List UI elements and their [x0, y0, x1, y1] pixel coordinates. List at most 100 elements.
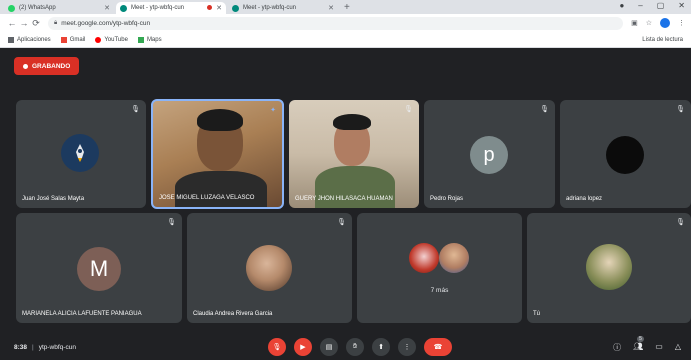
participant-name: GUERY JHON HILASACA HUAMAN	[295, 196, 393, 202]
people-icon: 👥︎	[633, 342, 644, 351]
participant-name: Pedro Rojas	[430, 196, 464, 202]
participant-video-hair	[197, 109, 243, 131]
meeting-code: ytp-wbfq-cun	[38, 343, 76, 351]
bookmarks-bar: Aplicaciones Gmail YouTube Maps Lista de…	[0, 32, 691, 48]
forward-icon[interactable]: →	[18, 18, 30, 28]
youtube-icon	[95, 36, 102, 43]
tab-meet-active[interactable]: Meet - ytp-wbfq-cun ✕	[116, 2, 226, 14]
bookmark-label: YouTube	[104, 36, 128, 43]
participant-tile-active-speaker[interactable]: ✦ JOSE MIGUEL LUZAGA VELASCO	[151, 99, 284, 209]
tab-meet[interactable]: Meet - ytp-wbfq-cun ✕	[228, 2, 338, 14]
mic-toggle-button[interactable]: 🎙︎	[268, 338, 286, 356]
close-icon[interactable]: ✕	[328, 4, 334, 12]
tab-whatsapp[interactable]: (2) WhatsApp ✕	[4, 2, 114, 14]
self-view-tile[interactable]: 🎙︎ Tú	[527, 213, 691, 323]
participant-tile[interactable]: 🎙︎ adriana lopez	[560, 100, 691, 208]
star-icon[interactable]: ☆	[646, 19, 652, 27]
close-icon[interactable]: ✕	[216, 4, 222, 12]
activities-icon[interactable]: △	[675, 342, 681, 353]
reading-list[interactable]: Lista de lectura	[642, 37, 683, 43]
participant-photo-avatar	[246, 245, 292, 291]
participant-photo-avatar	[439, 243, 469, 273]
record-dot-icon	[23, 63, 28, 69]
participant-dark-avatar	[606, 136, 644, 174]
camera-permission-icon[interactable]: ▣	[631, 19, 638, 27]
captions-button[interactable]: ▤	[320, 338, 338, 356]
screen: (2) WhatsApp ✕ Meet - ytp-wbfq-cun ✕ Mee…	[0, 0, 691, 360]
mic-muted-icon: 🎙︎	[676, 219, 685, 226]
participant-name: JOSE MIGUEL LUZAGA VELASCO	[159, 195, 255, 201]
bookmark-maps[interactable]: Maps	[137, 36, 162, 43]
present-button[interactable]: ⬆	[372, 338, 390, 356]
address-bar[interactable]: 🔒︎ meet.google.com/ytp-wbfq-cun	[48, 16, 624, 30]
chat-icon[interactable]: ▭	[655, 342, 663, 353]
participant-letter-avatar: M	[77, 247, 121, 291]
meeting-side-controls: ⓘ 5 👥︎ ▭ △	[613, 336, 681, 353]
call-controls: 🎙︎ ▶ ▤ ✋︎ ⬆ ⋮ ☎	[268, 338, 452, 356]
mic-muted-icon: 🎙︎	[167, 219, 176, 226]
self-photo-avatar	[586, 244, 632, 290]
browser-toolbar: ← → ⟳ 🔒︎ meet.google.com/ytp-wbfq-cun ▣ …	[0, 14, 691, 32]
participant-name: Tú	[533, 311, 541, 317]
gmail-icon	[60, 36, 67, 43]
more-options-button[interactable]: ⋮	[398, 338, 416, 356]
participant-tile[interactable]: 🎙︎ M MARIANELA ALICIA LAFUENTE PANIAGUA	[16, 213, 182, 323]
more-participants-tile[interactable]: 7 más	[357, 213, 522, 323]
participant-tile[interactable]: 🎙︎ GUERY JHON HILASACA HUAMAN	[289, 100, 419, 208]
camera-toggle-button[interactable]: ▶	[294, 338, 312, 356]
recording-indicator-icon	[207, 5, 212, 10]
mic-muted-icon: 🎙︎	[540, 106, 549, 113]
participant-logo-avatar	[61, 134, 99, 172]
participant-tile[interactable]: 🎙︎ Claudia Andrea Rivera Garcia	[187, 213, 352, 323]
info-icon[interactable]: ⓘ	[613, 342, 621, 353]
participant-tile[interactable]: 🎙︎ Juan José Salas Mayta	[16, 100, 146, 208]
participant-letter-avatar: p	[470, 136, 508, 174]
profile-avatar[interactable]	[660, 18, 670, 28]
window-controls: ● – ▢ ✕	[619, 0, 685, 12]
back-icon[interactable]: ←	[6, 18, 18, 28]
url-text: meet.google.com/ytp-wbfq-cun	[61, 19, 151, 27]
tab-title: Meet - ytp-wbfq-cun	[131, 5, 185, 11]
leave-call-button[interactable]: ☎	[424, 338, 452, 356]
people-button[interactable]: 5 👥︎	[633, 336, 644, 353]
browser-tabstrip: (2) WhatsApp ✕ Meet - ytp-wbfq-cun ✕ Mee…	[0, 0, 691, 14]
bookmark-label: Maps	[146, 36, 162, 43]
mic-muted-icon: 🎙︎	[676, 106, 685, 113]
mic-muted-icon: 🎙︎	[131, 106, 140, 113]
tab-title: (2) WhatsApp	[19, 5, 56, 11]
participant-tile[interactable]: 🎙︎ p Pedro Rojas	[424, 100, 555, 208]
bookmark-youtube[interactable]: YouTube	[95, 36, 128, 43]
menu-icon[interactable]: ⋮	[678, 19, 685, 27]
participant-name: Claudia Andrea Rivera Garcia	[193, 311, 273, 317]
divider: |	[32, 343, 34, 351]
whatsapp-icon	[8, 4, 15, 12]
bookmark-apps[interactable]: Aplicaciones	[8, 36, 51, 43]
raise-hand-button[interactable]: ✋︎	[346, 338, 364, 356]
avatar-letter: M	[89, 256, 109, 281]
avatar-letter: p	[483, 143, 495, 166]
recording-badge: GRABANDO	[14, 57, 80, 75]
participant-video-shirt	[175, 171, 267, 207]
participant-photo-avatar	[409, 243, 439, 273]
participant-video-hair	[333, 114, 371, 130]
new-tab-button[interactable]: +	[344, 2, 350, 14]
meeting-time: 8:38	[14, 343, 28, 351]
tab-title: Meet - ytp-wbfq-cun	[243, 5, 297, 11]
meet-stage: GRABANDO 🎙︎ Juan José Salas Mayta ✦ JOSE…	[0, 48, 691, 360]
bookmark-label: Gmail	[69, 36, 86, 43]
reload-icon[interactable]: ⟳	[30, 18, 42, 29]
close-window-icon[interactable]: ✕	[678, 0, 685, 12]
bookmark-gmail[interactable]: Gmail	[60, 36, 86, 43]
participant-name: MARIANELA ALICIA LAFUENTE PANIAGUA	[22, 311, 142, 317]
meeting-bottom-bar: 8:38 | ytp-wbfq-cun 🎙︎ ▶ ▤ ✋︎ ⬆ ⋮ ☎ ⓘ 5 …	[0, 334, 691, 360]
close-icon[interactable]: ✕	[104, 4, 110, 12]
participant-name: Juan José Salas Mayta	[22, 196, 85, 202]
tab-search-icon[interactable]: ●	[619, 0, 624, 12]
more-participants-label: 7 más	[430, 287, 449, 294]
meet-icon	[120, 4, 127, 12]
maximize-icon[interactable]: ▢	[657, 0, 665, 12]
minimize-icon[interactable]: –	[638, 0, 642, 12]
participant-count-badge: 5	[637, 336, 644, 342]
participant-name: adriana lopez	[566, 196, 603, 202]
maps-icon	[137, 36, 144, 43]
